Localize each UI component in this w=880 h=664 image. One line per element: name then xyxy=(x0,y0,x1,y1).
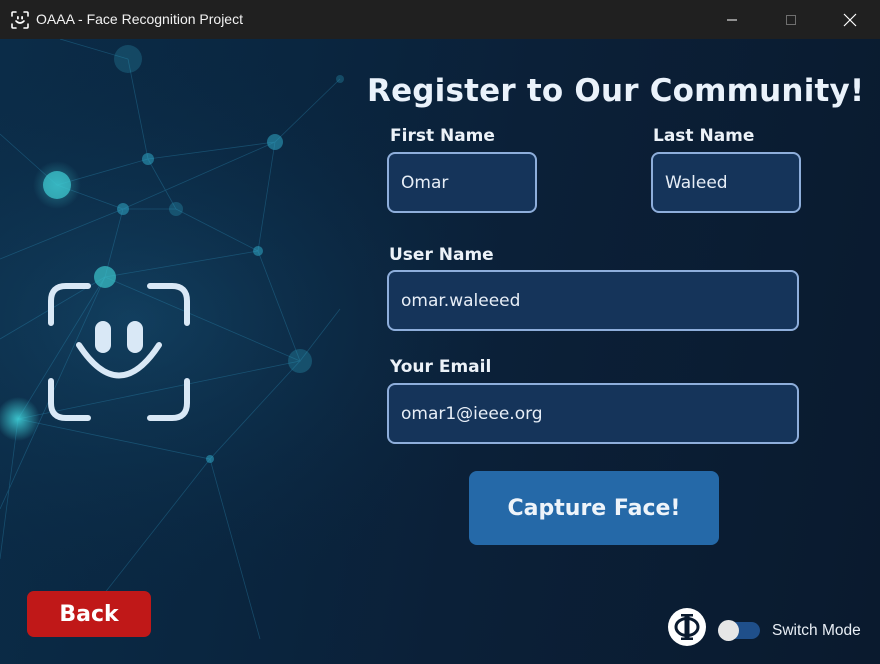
last-name-field[interactable]: Waleed xyxy=(651,152,801,213)
capture-face-button[interactable]: Capture Face! xyxy=(469,471,719,545)
app-face-icon xyxy=(11,11,29,29)
switch-mode-label: Switch Mode xyxy=(772,622,861,639)
last-name-label: Last Name xyxy=(653,126,755,146)
window-title: OAAA - Face Recognition Project xyxy=(36,11,243,27)
page-title: Register to Our Community! xyxy=(367,73,865,109)
maximize-icon xyxy=(785,14,796,25)
minimize-icon xyxy=(726,19,737,20)
toggle-knob xyxy=(718,620,739,641)
email-label: Your Email xyxy=(390,357,492,377)
user-name-field[interactable]: omar.waleeed xyxy=(387,270,799,331)
close-icon xyxy=(843,13,856,26)
back-button[interactable]: Back xyxy=(27,591,151,637)
title-bar: OAAA - Face Recognition Project xyxy=(0,0,880,39)
face-recognition-icon xyxy=(48,283,190,421)
first-name-field[interactable]: Omar xyxy=(387,152,537,213)
user-name-label: User Name xyxy=(389,245,494,265)
maximize-button[interactable] xyxy=(761,0,820,39)
minimize-button[interactable] xyxy=(702,0,761,39)
registration-window: Register to Our Community! First Name Om… xyxy=(0,39,880,664)
email-field[interactable]: omar1@ieee.org xyxy=(387,383,799,444)
first-name-label: First Name xyxy=(390,126,495,146)
ieee-phi-logo-icon xyxy=(668,608,706,646)
close-button[interactable] xyxy=(820,0,879,39)
switch-mode-toggle[interactable] xyxy=(718,620,760,641)
